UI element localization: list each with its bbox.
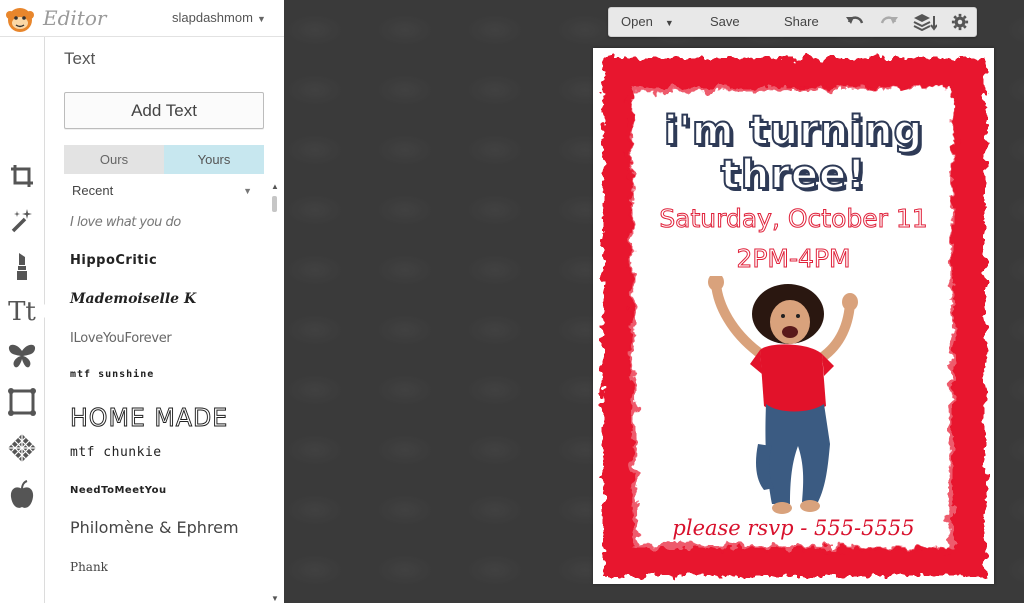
font-list-item[interactable]: NeedToMeetYou — [70, 485, 167, 496]
app-header: Editor slapdashmom ▼ — [0, 0, 284, 37]
editor-toolbar: Open ▼ Save Share — [608, 7, 977, 37]
font-list-item[interactable]: mtf chunkie — [70, 445, 162, 460]
font-list: I love what you do HippoCritic Mademoise… — [64, 207, 269, 603]
monkey-logo-icon[interactable] — [4, 3, 36, 35]
share-button[interactable]: Share — [784, 8, 819, 36]
selected-category: Recent — [72, 183, 114, 198]
font-list-item[interactable]: Mademoiselle K — [70, 291, 196, 307]
tab-ours[interactable]: Ours — [64, 145, 164, 174]
lipstick-icon[interactable] — [4, 248, 40, 284]
font-list-item[interactable]: I love what you do — [70, 215, 181, 230]
open-label: Open — [621, 14, 653, 29]
scroll-thumb[interactable] — [272, 196, 277, 212]
undo-icon[interactable] — [845, 13, 865, 31]
font-list-item[interactable]: HippoCritic — [70, 253, 157, 268]
font-list-item[interactable]: Philomène & Ephrem — [70, 518, 239, 537]
scroll-down-icon[interactable]: ▼ — [271, 594, 279, 603]
flyer-title-line1[interactable]: i'm turning — [593, 109, 994, 153]
font-list-item[interactable]: mtf sunshine — [70, 369, 154, 380]
tool-rail: Tt — [0, 37, 44, 603]
flyer-date[interactable]: Saturday, October 11 — [593, 204, 994, 234]
jumping-child-photo[interactable] — [698, 276, 868, 526]
texture-icon[interactable] — [4, 430, 40, 466]
magic-wand-icon[interactable] — [4, 202, 40, 238]
text-panel: Text Add Text Ours Yours Recent ▼ I love… — [45, 37, 284, 603]
flyer-rsvp[interactable]: please rsvp - 555-5555 — [593, 516, 994, 540]
flyer-title-line2[interactable]: three! — [593, 153, 994, 197]
font-category-select[interactable]: Recent ▼ — [64, 179, 264, 203]
scroll-up-icon[interactable]: ▲ — [271, 182, 279, 191]
text-icon[interactable]: Tt — [4, 294, 40, 330]
redo-icon[interactable] — [879, 13, 899, 31]
chevron-down-icon: ▼ — [256, 14, 266, 24]
font-list-item[interactable]: ILoveYouForever — [70, 331, 172, 346]
font-source-tabs: Ours Yours — [64, 145, 264, 174]
font-list-item[interactable]: HOME MADE — [70, 403, 228, 433]
font-list-item[interactable]: Phank — [70, 560, 108, 574]
butterfly-icon[interactable] — [4, 338, 40, 374]
add-text-button[interactable]: Add Text — [64, 92, 264, 129]
font-list-scrollbar[interactable]: ▲ ▼ — [270, 182, 280, 603]
user-menu[interactable]: slapdashmom ▼ — [172, 10, 266, 25]
tab-yours[interactable]: Yours — [164, 145, 264, 174]
flyer-time[interactable]: 2PM-4PM — [593, 244, 994, 274]
design-canvas[interactable]: i'm turning three! Saturday, October 11 … — [593, 48, 994, 584]
crop-icon[interactable] — [4, 158, 40, 194]
open-menu[interactable]: Open ▼ — [621, 8, 674, 36]
apple-icon[interactable] — [4, 477, 40, 513]
save-button[interactable]: Save — [710, 8, 740, 36]
frame-icon[interactable] — [4, 384, 40, 420]
app-name: Editor — [43, 6, 107, 30]
layers-icon[interactable] — [913, 13, 937, 31]
chevron-down-icon: ▼ — [243, 186, 252, 196]
chevron-down-icon: ▼ — [664, 18, 674, 28]
panel-title: Text — [64, 49, 96, 68]
gear-icon[interactable] — [950, 13, 970, 31]
user-name: slapdashmom — [172, 10, 253, 25]
